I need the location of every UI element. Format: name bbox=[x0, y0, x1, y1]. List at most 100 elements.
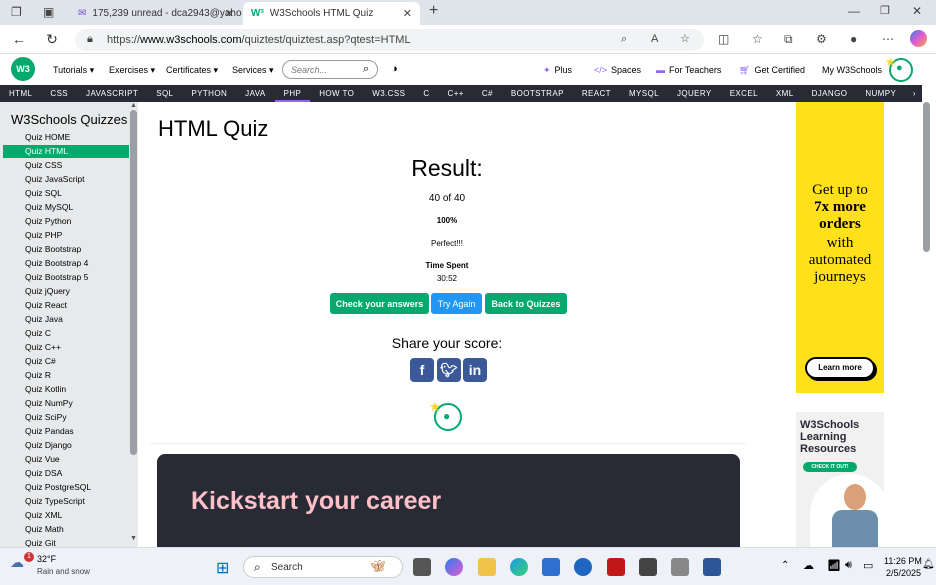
profile-icon[interactable]: ● bbox=[850, 32, 857, 46]
ad-banner[interactable]: Get up to 7x more orders with automated … bbox=[796, 102, 884, 393]
store-icon[interactable] bbox=[542, 558, 560, 576]
sidebar-item-quiz-django[interactable]: Quiz Django bbox=[3, 439, 129, 452]
sidebar-item-quiz-vue[interactable]: Quiz Vue bbox=[3, 453, 129, 466]
restore-icon[interactable]: ❐ bbox=[880, 4, 890, 17]
sidebar-item-quiz-kotlin[interactable]: Quiz Kotlin bbox=[3, 383, 129, 396]
topnav-html[interactable]: HTML bbox=[0, 85, 41, 102]
sidebar-item-quiz-java[interactable]: Quiz Java bbox=[3, 313, 129, 326]
scroll-down-icon[interactable]: ▼ bbox=[130, 535, 137, 542]
sidebar-item-quiz-mysql[interactable]: Quiz MySQL bbox=[3, 201, 129, 214]
sidebar-item-quiz-math[interactable]: Quiz Math bbox=[3, 523, 129, 536]
topnav-sql[interactable]: SQL bbox=[147, 85, 182, 102]
phone-link-icon[interactable] bbox=[671, 558, 689, 576]
topnav-react[interactable]: REACT bbox=[573, 85, 620, 102]
app-icon[interactable] bbox=[639, 558, 657, 576]
topnav-c-[interactable]: C++ bbox=[439, 85, 473, 102]
weather-widget[interactable]: ☁ 1 32°F Rain and snow bbox=[10, 552, 120, 580]
topnav-xml[interactable]: XML bbox=[767, 85, 803, 102]
new-tab-icon[interactable]: + bbox=[429, 2, 438, 20]
clock-time[interactable]: 11:26 PM bbox=[884, 556, 922, 566]
sidebar-item-quiz-dsa[interactable]: Quiz DSA bbox=[3, 467, 129, 480]
chevron-up-icon[interactable]: ⌃ bbox=[781, 560, 789, 571]
topnav-bootstrap[interactable]: BOOTSTRAP bbox=[502, 85, 573, 102]
topnav-jquery[interactable]: JQUERY bbox=[668, 85, 721, 102]
sidebar-item-quiz-git[interactable]: Quiz Git bbox=[3, 537, 129, 547]
topnav-javascript[interactable]: JAVASCRIPT bbox=[77, 85, 147, 102]
more-icon[interactable]: ⋯ bbox=[882, 32, 894, 46]
edge-icon[interactable] bbox=[510, 558, 528, 576]
sidebar-item-quiz-scipy[interactable]: Quiz SciPy bbox=[3, 411, 129, 424]
back-to-quizzes-button[interactable]: Back to Quizzes bbox=[485, 293, 567, 314]
facebook-icon[interactable]: f bbox=[410, 358, 434, 382]
close-icon[interactable]: ✕ bbox=[403, 7, 412, 20]
word-icon[interactable] bbox=[703, 558, 721, 576]
sidebar-item-quiz-typescript[interactable]: Quiz TypeScript bbox=[3, 495, 129, 508]
menu-services[interactable]: Services ▾ bbox=[232, 65, 274, 76]
twitter-icon[interactable]: 🐦︎ bbox=[437, 358, 461, 382]
learning-resources-ad[interactable]: W3Schools Learning Resources CHECK IT OU… bbox=[796, 412, 884, 547]
minimize-icon[interactable]: — bbox=[848, 4, 860, 18]
topnav-css[interactable]: CSS bbox=[41, 85, 77, 102]
topnav-php[interactable]: PHP bbox=[274, 85, 311, 102]
topnav-excel[interactable]: EXCEL bbox=[721, 85, 767, 102]
sidebar-item-quiz-php[interactable]: Quiz PHP bbox=[3, 229, 129, 242]
link-my-w3schools[interactable]: My W3Schools bbox=[822, 65, 882, 75]
ad2-button[interactable]: CHECK IT OUT! bbox=[803, 462, 857, 472]
ad-learn-more-button[interactable]: Learn more bbox=[805, 357, 875, 379]
sidebar-item-quiz-jquery[interactable]: Quiz jQuery bbox=[3, 285, 129, 298]
sidebar-item-quiz-postgresql[interactable]: Quiz PostgreSQL bbox=[3, 481, 129, 494]
sidebar-item-quiz-bootstrap[interactable]: Quiz Bootstrap bbox=[3, 243, 129, 256]
topnav-c-[interactable]: C# bbox=[473, 85, 502, 102]
tab-actions-icon[interactable]: ▣ bbox=[43, 5, 54, 19]
workspaces-icon[interactable]: ❐ bbox=[11, 5, 22, 19]
topnav-numpy[interactable]: NUMPY bbox=[856, 85, 905, 102]
battery-icon[interactable]: ▭ bbox=[863, 559, 873, 572]
sidebar-item-quiz-python[interactable]: Quiz Python bbox=[3, 215, 129, 228]
topnav-django[interactable]: DJANGO bbox=[803, 85, 857, 102]
sidebar-item-quiz-home[interactable]: Quiz HOME bbox=[3, 131, 129, 144]
sidebar-item-quiz-c[interactable]: Quiz C bbox=[3, 327, 129, 340]
menu-exercises[interactable]: Exercises ▾ bbox=[109, 65, 155, 76]
copilot-app-icon[interactable] bbox=[445, 558, 463, 576]
user-avatar[interactable]: ★ ● bbox=[885, 55, 913, 82]
topnav-c[interactable]: C bbox=[414, 85, 438, 102]
sidebar-item-quiz-css[interactable]: Quiz CSS bbox=[3, 159, 129, 172]
notification-icon[interactable]: 🔔︎ bbox=[922, 559, 935, 570]
check-answers-button[interactable]: Check your answers bbox=[330, 293, 429, 314]
split-screen-icon[interactable]: ◫ bbox=[718, 32, 729, 46]
topnav-w3-css[interactable]: W3.CSS bbox=[363, 85, 414, 102]
zoom-icon[interactable]: ⌕ bbox=[621, 33, 627, 46]
sidebar-scrollbar[interactable] bbox=[130, 110, 137, 455]
sidebar-item-quiz-numpy[interactable]: Quiz NumPy bbox=[3, 397, 129, 410]
w3schools-logo[interactable]: W3 bbox=[11, 57, 35, 81]
scroll-up-icon[interactable]: ▲ bbox=[130, 102, 137, 109]
page-scrollbar[interactable] bbox=[923, 102, 930, 252]
link-teachers[interactable]: ▬ For Teachers bbox=[656, 65, 721, 75]
url-field[interactable]: 🔒︎ https://www.w3schools.com/quiztest/qu… bbox=[75, 29, 704, 51]
linkedin-icon[interactable]: in bbox=[463, 358, 487, 382]
collections-icon[interactable]: ⧉ bbox=[784, 32, 793, 47]
taskview-icon[interactable] bbox=[413, 558, 431, 576]
sidebar-item-quiz-react[interactable]: Quiz React bbox=[3, 299, 129, 312]
menu-tutorials[interactable]: Tutorials ▾ bbox=[53, 65, 94, 76]
try-again-button[interactable]: Try Again bbox=[431, 293, 482, 314]
volume-icon[interactable]: 🔊︎ bbox=[845, 559, 852, 572]
window-close-icon[interactable]: ✕ bbox=[912, 4, 922, 18]
topnav-python[interactable]: PYTHON bbox=[182, 85, 236, 102]
tab-w3schools[interactable]: W³ W3Schools HTML Quiz ✕ bbox=[243, 2, 420, 25]
close-icon[interactable]: ✕ bbox=[225, 7, 234, 20]
sidebar-item-quiz-sql[interactable]: Quiz SQL bbox=[3, 187, 129, 200]
sidebar-item-quiz-javascript[interactable]: Quiz JavaScript bbox=[3, 173, 129, 186]
topnav-java[interactable]: JAVA bbox=[236, 85, 274, 102]
refresh-icon[interactable]: ↻ bbox=[44, 31, 60, 48]
sidebar-item-quiz-bootstrap-4[interactable]: Quiz Bootstrap 4 bbox=[3, 257, 129, 270]
copilot-icon[interactable] bbox=[910, 30, 927, 47]
topnav-next-icon[interactable]: › bbox=[906, 85, 922, 102]
read-aloud-icon[interactable]: A bbox=[651, 33, 658, 45]
search-input[interactable]: Search... ⌕ bbox=[282, 60, 378, 79]
sidebar-item-quiz-r[interactable]: Quiz R bbox=[3, 369, 129, 382]
link-spaces[interactable]: </> Spaces bbox=[594, 65, 641, 75]
taskbar-search[interactable]: ⌕ Search 🦋︎ bbox=[243, 556, 403, 578]
career-banner[interactable]: Kickstart your career bbox=[157, 454, 740, 547]
sidebar-item-quiz-bootstrap-5[interactable]: Quiz Bootstrap 5 bbox=[3, 271, 129, 284]
